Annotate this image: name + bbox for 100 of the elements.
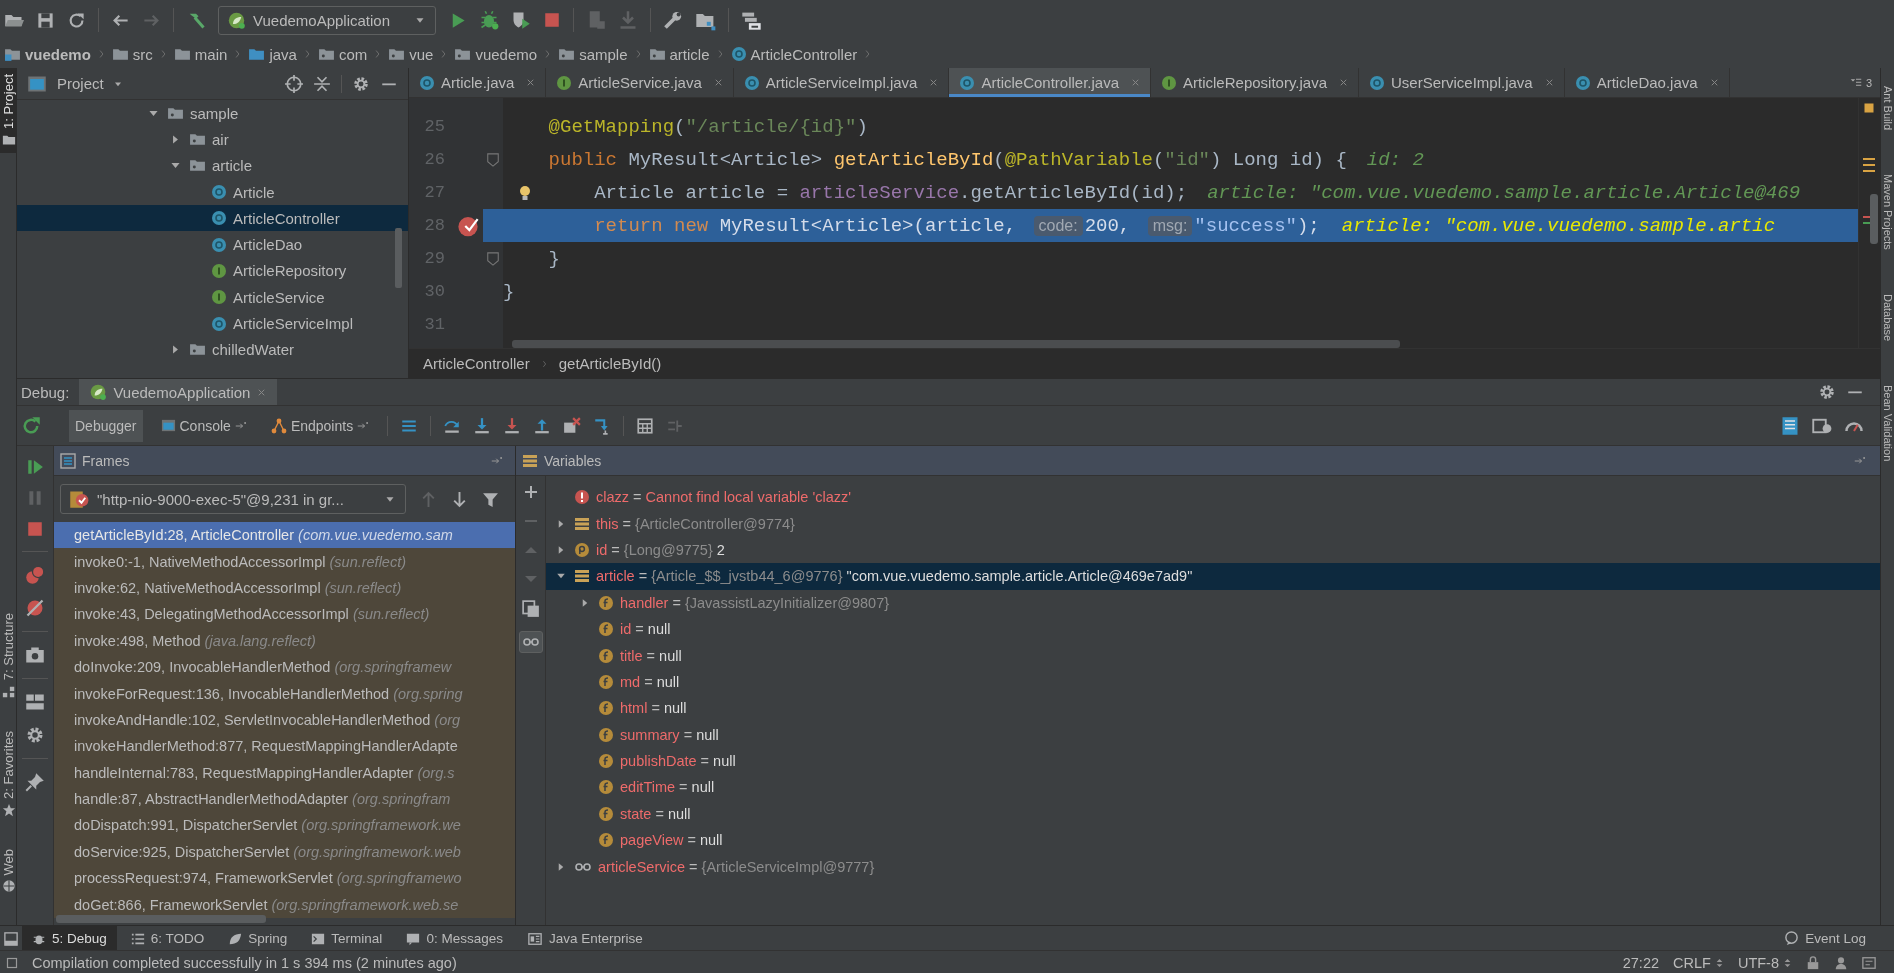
breadcrumb-item[interactable]: sample xyxy=(556,45,630,63)
scrollbar[interactable] xyxy=(512,340,1400,348)
tool-window-tab[interactable]: 7: Structure xyxy=(0,607,16,705)
variable-row[interactable]: publishDate = null xyxy=(546,747,1880,775)
tool-window-tab[interactable]: Bean Validation xyxy=(1881,384,1894,462)
drop-frame-icon[interactable] xyxy=(563,416,582,435)
copy-icon[interactable] xyxy=(521,600,540,618)
run-configuration-dropdown[interactable]: VuedemoApplication xyxy=(218,5,436,35)
coverage-icon[interactable] xyxy=(511,10,531,30)
tree-item[interactable]: ArticleRepository xyxy=(17,257,408,285)
stop-icon[interactable] xyxy=(543,11,561,29)
tree-item[interactable]: article xyxy=(17,152,408,179)
breadcrumb-item[interactable]: java xyxy=(246,45,299,63)
breadcrumb-item[interactable]: ArticleController xyxy=(728,45,860,63)
stack-frame[interactable]: invokeAndHandle:102, ServletInvocableHandlerMethod (org xyxy=(54,706,515,734)
mute-breakpoints-icon[interactable] xyxy=(25,598,45,618)
tool-window-tab[interactable]: Spring xyxy=(218,926,298,951)
force-step-into-icon[interactable] xyxy=(503,416,522,435)
tree-item[interactable]: ArticleDao xyxy=(17,231,408,258)
camera-icon[interactable] xyxy=(25,645,45,665)
tool-window-tab[interactable]: Ant Build xyxy=(1881,86,1894,131)
sync-icon[interactable] xyxy=(67,10,86,30)
breadcrumb-item[interactable]: getArticleById() xyxy=(558,355,662,372)
variable-row[interactable]: title = null xyxy=(546,642,1880,669)
tool-window-tab[interactable]: 5: Debug xyxy=(22,926,117,951)
breakpoints-icon[interactable] xyxy=(25,565,45,585)
add-icon[interactable] xyxy=(522,484,539,500)
stack-frame[interactable]: handleInternal:783, RequestMappingHandlerAdapter (org.s xyxy=(54,759,515,786)
variable-row[interactable]: id = null xyxy=(546,615,1880,643)
file-tab[interactable]: UserServiceImpl.java xyxy=(1359,68,1565,97)
collapse-all-icon[interactable] xyxy=(313,74,331,93)
stack-frame[interactable]: invoke:498, Method (java.lang.reflect) xyxy=(54,627,515,654)
notifications-icon[interactable] xyxy=(1862,955,1876,970)
stack-frame[interactable]: invokeForRequest:136, InvocableHandlerMethod (org.spring xyxy=(54,680,515,707)
breadcrumb-item[interactable]: src xyxy=(109,45,155,63)
variable-row[interactable]: id = {Long@9775} 2 xyxy=(546,536,1880,564)
watch-toggle[interactable] xyxy=(518,631,543,653)
scrollbar[interactable] xyxy=(56,915,266,923)
debugger-tab[interactable]: Endpoints xyxy=(264,409,376,442)
encoding-selector[interactable]: UTF-8 xyxy=(1737,954,1792,971)
stack-frame[interactable]: invoke0:-1, NativeMethodAccessorImpl (sun.reflect) xyxy=(54,548,515,575)
restore-layout-icon[interactable] xyxy=(1780,415,1800,436)
tool-window-tab[interactable]: 1: Project xyxy=(0,68,16,153)
line-separator-selector[interactable]: CRLF xyxy=(1673,954,1724,971)
variable-row[interactable]: article = {Article_$$_jvstb44_6@9776} "com.vue.vuedemo.sample.article.Article@469e7ad9" xyxy=(546,563,1880,590)
breadcrumb-item[interactable]: vue xyxy=(386,45,436,63)
settings-icon[interactable] xyxy=(1818,383,1836,401)
stack-frame[interactable]: invoke:62, NativeMethodAccessorImpl (sun.reflect) xyxy=(54,574,515,602)
cursor-position[interactable]: 27:22 xyxy=(1622,954,1660,971)
scrollbar[interactable] xyxy=(395,228,402,288)
debugger-tab[interactable]: Console xyxy=(154,409,253,442)
step-into-icon[interactable] xyxy=(473,416,492,435)
stack-frame[interactable]: getArticleById:28, ArticleController (com.vue.vuedemo.sam xyxy=(54,522,515,549)
locate-icon[interactable] xyxy=(285,74,303,93)
variable-row[interactable]: handler = {JavassistLazyInitializer@9807} xyxy=(546,589,1880,616)
tree-item[interactable]: chilledWater xyxy=(17,336,408,363)
bug-icon[interactable] xyxy=(479,10,499,30)
breadcrumb-item[interactable]: com xyxy=(315,45,370,63)
fold-icon[interactable] xyxy=(486,250,500,267)
variable-row[interactable]: pageView = null xyxy=(546,827,1880,854)
scrollbar[interactable] xyxy=(1870,194,1878,244)
debugger-tab[interactable]: Debugger xyxy=(69,409,143,442)
resume-icon[interactable] xyxy=(26,458,44,476)
breakpoint-icon[interactable] xyxy=(457,214,479,237)
variable-row[interactable]: articleService = {ArticleServiceImpl@9777} xyxy=(546,853,1880,880)
breadcrumb-item[interactable]: vuedemo xyxy=(2,45,93,63)
file-tab[interactable]: ArticleDao.java xyxy=(1564,68,1730,97)
tool-windows-icon[interactable] xyxy=(4,931,18,946)
session-tab[interactable]: VuedemoApplication xyxy=(79,379,278,405)
tree-item[interactable]: Article xyxy=(17,178,408,206)
variable-row[interactable]: md = null xyxy=(546,668,1880,696)
tree-item[interactable]: ArticleService xyxy=(17,284,408,311)
variable-row[interactable]: this = {ArticleController@9774} xyxy=(546,510,1880,537)
bulb-icon[interactable] xyxy=(517,183,533,202)
stack-frame[interactable]: doDispatch:991, DispatcherServlet (org.springframework.we xyxy=(54,812,515,839)
inspector-icon[interactable] xyxy=(1834,955,1848,970)
tool-window-tab[interactable]: 0: Messages xyxy=(396,926,513,951)
close-icon[interactable] xyxy=(1338,77,1349,88)
lock-icon[interactable] xyxy=(1806,955,1820,970)
down-arrow-icon[interactable] xyxy=(451,490,468,508)
settings-icon[interactable] xyxy=(352,74,370,93)
file-tab[interactable]: ArticleRepository.java xyxy=(1151,68,1359,97)
breadcrumb-item[interactable]: vuedemo xyxy=(452,45,540,63)
stack-frame[interactable]: doGet:866, FrameworkServlet (org.springframework.web.se xyxy=(54,891,515,918)
tool-window-tab[interactable]: 2: Favorites xyxy=(0,724,16,823)
stack-frame[interactable]: processRequest:974, FrameworkServlet (org.springframewo xyxy=(54,865,515,892)
tree-item[interactable]: sample xyxy=(17,100,408,127)
tool-window-tab[interactable]: Java Enterprise xyxy=(516,926,653,951)
tool-window-tab[interactable]: Maven Projects xyxy=(1881,174,1894,250)
wrench-icon[interactable] xyxy=(663,10,683,30)
stack-frame[interactable]: doService:925, DispatcherServlet (org.springframework.web xyxy=(54,838,515,866)
tool-window-tab[interactable]: 6: TODO xyxy=(120,926,215,951)
stop-icon[interactable] xyxy=(26,520,44,538)
variable-row[interactable]: html = null xyxy=(546,695,1880,722)
event-log-tab[interactable]: Event Log xyxy=(1774,926,1876,951)
calculator-icon[interactable] xyxy=(636,416,655,435)
tree-item[interactable]: ArticleController xyxy=(17,205,408,232)
file-tab[interactable]: Article.java xyxy=(409,68,547,97)
breadcrumb-item[interactable]: ArticleController xyxy=(423,355,530,372)
breadcrumb-item[interactable]: article xyxy=(646,45,712,63)
